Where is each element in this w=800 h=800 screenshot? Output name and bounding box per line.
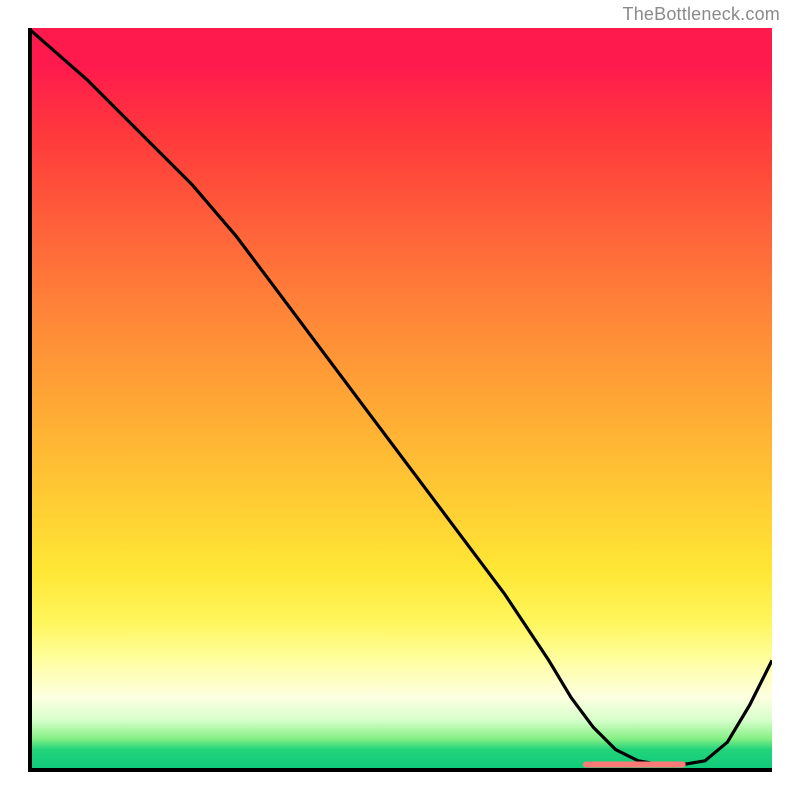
chart-gradient-background <box>28 28 772 772</box>
watermark-text: TheBottleneck.com <box>623 4 780 25</box>
